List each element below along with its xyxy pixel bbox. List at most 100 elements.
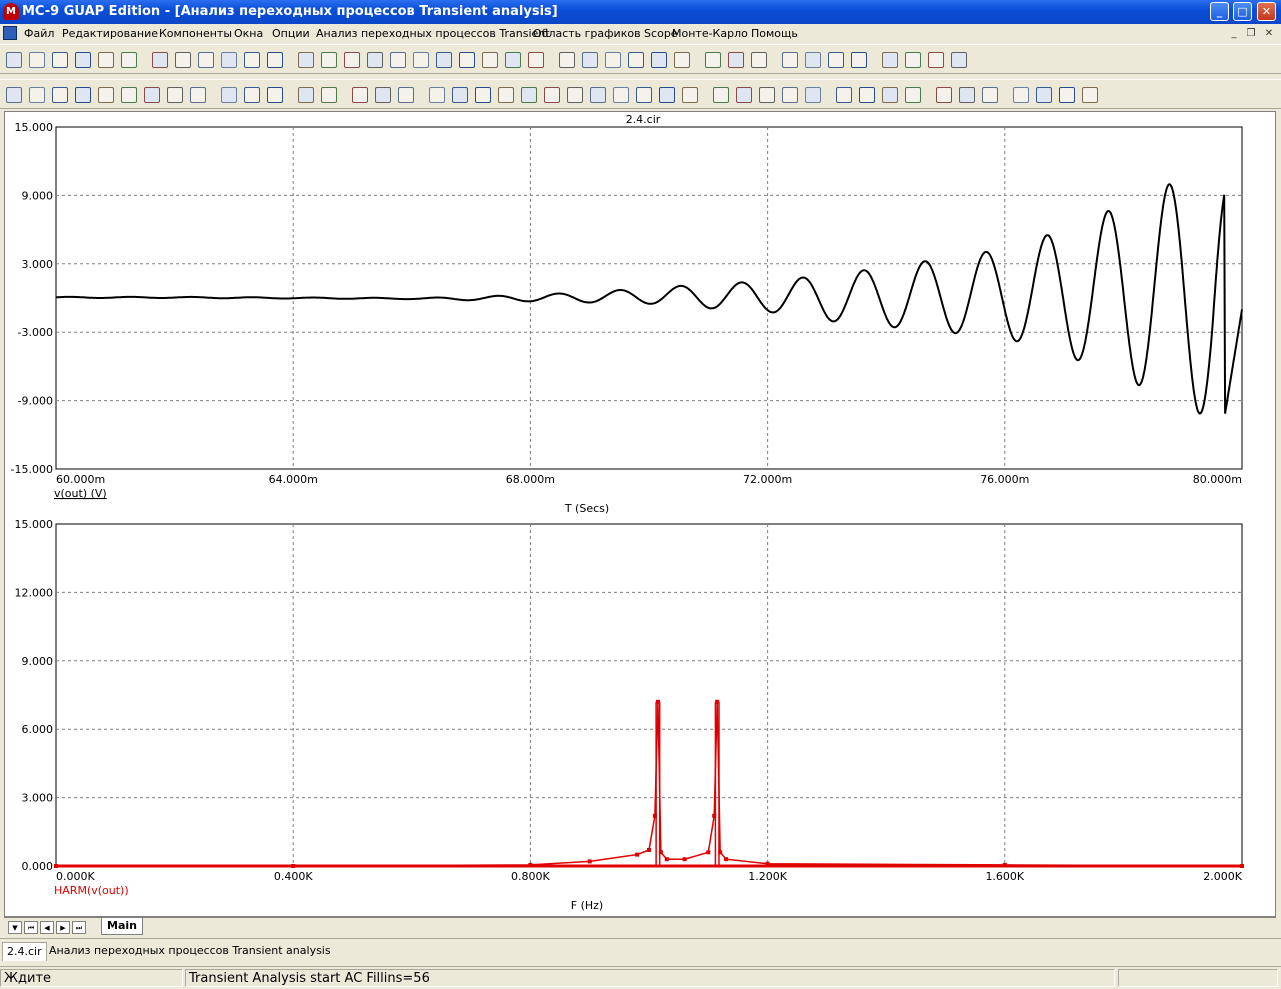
cut-icon[interactable]: [198, 52, 214, 68]
auto-scale-icon[interactable]: [982, 87, 998, 103]
label-icon[interactable]: [121, 87, 137, 103]
low-icon[interactable]: [613, 87, 629, 103]
transistor-icon[interactable]: [413, 52, 429, 68]
print-icon[interactable]: [98, 52, 114, 68]
menu-transient[interactable]: Анализ переходных процессов Transient: [316, 27, 550, 40]
ground-icon[interactable]: [298, 52, 314, 68]
diode-icon[interactable]: [390, 52, 406, 68]
menu-windows[interactable]: Окна: [234, 27, 263, 40]
menu-file[interactable]: Файл: [24, 27, 54, 40]
grid-toggle-icon[interactable]: [352, 87, 368, 103]
delete-curve-icon[interactable]: [321, 87, 337, 103]
globe-icon[interactable]: [1059, 87, 1075, 103]
properties-icon[interactable]: [905, 87, 921, 103]
menu-help[interactable]: Помощь: [751, 27, 798, 40]
menu-scope[interactable]: Область графиков Scope: [533, 27, 678, 40]
redo-icon[interactable]: [175, 52, 191, 68]
plot-x-icon[interactable]: [429, 87, 445, 103]
source-icon[interactable]: [505, 52, 521, 68]
document-icon[interactable]: [3, 26, 17, 40]
sheet-prev-button[interactable]: ◀: [40, 921, 54, 934]
plot-xy-icon[interactable]: [475, 87, 491, 103]
data-points-icon[interactable]: [805, 87, 821, 103]
component-editor-icon[interactable]: [782, 52, 798, 68]
menu-components[interactable]: Компоненты: [159, 27, 232, 40]
sheet-last-button[interactable]: ⏭: [72, 921, 86, 934]
select-arrow-icon[interactable]: [6, 87, 22, 103]
minimize-button[interactable]: _: [1210, 2, 1229, 21]
window-icon[interactable]: [651, 52, 667, 68]
cascade-icon[interactable]: [628, 52, 644, 68]
plot1-waveform-label[interactable]: v(out) (V): [54, 487, 107, 500]
close-button[interactable]: ✕: [1257, 2, 1276, 21]
stop-icon[interactable]: [244, 87, 260, 103]
rise-icon[interactable]: [759, 87, 775, 103]
cursor-right-icon[interactable]: [736, 87, 752, 103]
plot-area[interactable]: 15.000 9.000 3.000 -3.000 -9.000 -15.000 60.0…: [4, 111, 1276, 917]
print-preview-icon[interactable]: [121, 52, 137, 68]
minor-grid-icon[interactable]: [375, 87, 391, 103]
select-tool-icon[interactable]: [29, 87, 45, 103]
mdi-minimize-button[interactable]: _: [1227, 27, 1241, 40]
zoom-in-icon[interactable]: [1013, 87, 1029, 103]
scope-icon[interactable]: [905, 52, 921, 68]
f-icon[interactable]: [1082, 87, 1098, 103]
menu-monte-carlo[interactable]: Монте-Карло: [672, 27, 748, 40]
valley-icon[interactable]: [567, 87, 583, 103]
text-all-icon[interactable]: [559, 52, 575, 68]
maximize-button[interactable]: □: [1233, 2, 1252, 21]
t-text-icon[interactable]: [167, 87, 183, 103]
p-letter-icon[interactable]: [728, 52, 744, 68]
window-split-icon[interactable]: [674, 52, 690, 68]
inflection-icon[interactable]: [636, 87, 652, 103]
wire-icon[interactable]: [52, 87, 68, 103]
global-high-icon[interactable]: [659, 87, 675, 103]
text-mode-icon[interactable]: [859, 87, 875, 103]
tokens-icon[interactable]: [836, 87, 852, 103]
sheet-tab-main[interactable]: Main: [101, 918, 143, 935]
zoom-out-icon[interactable]: [1036, 87, 1052, 103]
mdi-close-button[interactable]: ✕: [1262, 27, 1276, 40]
component-tool-icon[interactable]: [75, 87, 91, 103]
resistor-icon[interactable]: [321, 52, 337, 68]
grid-icon[interactable]: [805, 52, 821, 68]
vd-icon[interactable]: [928, 52, 944, 68]
add-curve-icon[interactable]: [298, 87, 314, 103]
calculator-icon[interactable]: [705, 52, 721, 68]
open-folder-icon[interactable]: [29, 52, 45, 68]
peak-icon[interactable]: [544, 87, 560, 103]
undo-icon[interactable]: [152, 52, 168, 68]
capacitor-icon[interactable]: [344, 52, 360, 68]
plot-y-icon[interactable]: [452, 87, 468, 103]
bus-icon[interactable]: [98, 87, 114, 103]
paste-icon[interactable]: [244, 52, 260, 68]
scale-icon[interactable]: [959, 87, 975, 103]
probe-icon[interactable]: [851, 52, 867, 68]
tile-horizontal-icon[interactable]: [582, 52, 598, 68]
high-icon[interactable]: [590, 87, 606, 103]
delete-icon[interactable]: [267, 52, 283, 68]
npn-icon[interactable]: [436, 52, 452, 68]
tracker-icon[interactable]: [498, 87, 514, 103]
zoom-window-icon[interactable]: [951, 52, 967, 68]
graphics-icon[interactable]: [144, 87, 160, 103]
pause-icon[interactable]: [267, 87, 283, 103]
tab-transient-analysis[interactable]: Анализ переходных процессов Transient an…: [45, 942, 335, 961]
battery-icon[interactable]: [482, 52, 498, 68]
sheet-menu-button[interactable]: ▼: [8, 921, 22, 934]
menu-edit[interactable]: Редактирование: [62, 27, 158, 40]
save-all-icon[interactable]: [75, 52, 91, 68]
inductor-icon[interactable]: [367, 52, 383, 68]
info-icon[interactable]: [190, 87, 206, 103]
tile-vertical-icon[interactable]: [605, 52, 621, 68]
axis-icon[interactable]: [398, 87, 414, 103]
run-icon[interactable]: [221, 87, 237, 103]
menu-options[interactable]: Опции: [272, 27, 310, 40]
ac-source-icon[interactable]: [528, 52, 544, 68]
mdi-restore-button[interactable]: ❐: [1244, 27, 1258, 40]
opamp-icon[interactable]: [459, 52, 475, 68]
pen-icon[interactable]: [882, 52, 898, 68]
cursor-left-icon[interactable]: [713, 87, 729, 103]
fall-icon[interactable]: [782, 87, 798, 103]
global-low-icon[interactable]: [682, 87, 698, 103]
